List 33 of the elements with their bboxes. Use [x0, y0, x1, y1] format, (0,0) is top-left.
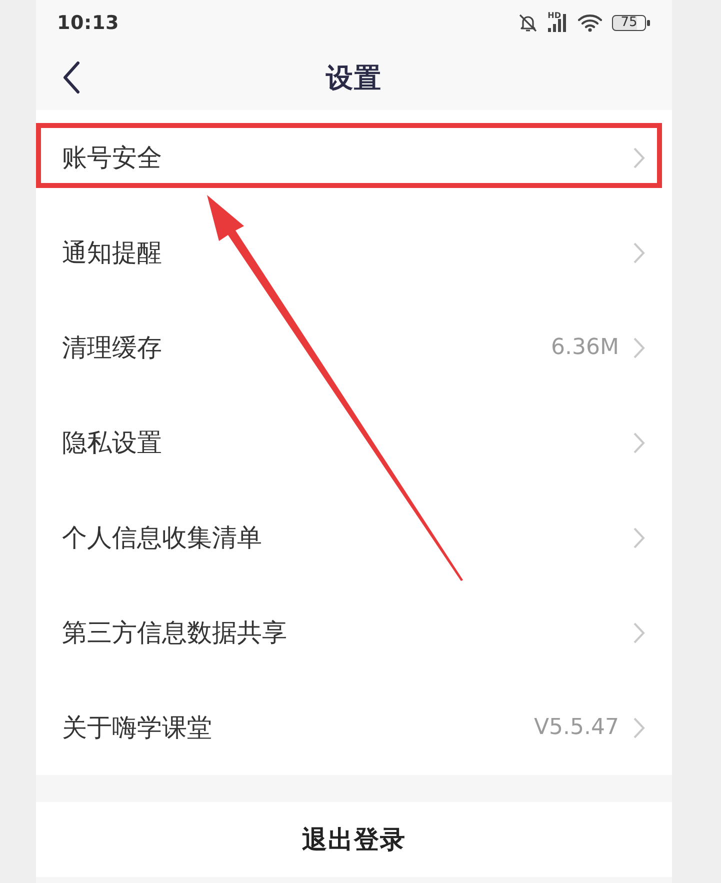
chevron-right-icon	[633, 146, 645, 168]
settings-label: 通知提醒	[62, 237, 163, 269]
settings-value: V5.5.47	[534, 715, 619, 740]
muted-bell-icon	[518, 12, 538, 32]
battery-indicator: 75	[612, 14, 646, 30]
settings-item[interactable]: 通知提醒	[36, 205, 672, 300]
chevron-right-icon	[633, 716, 645, 738]
battery-tip-icon	[647, 20, 650, 26]
logout-button[interactable]: 退出登录	[36, 802, 672, 877]
chevron-right-icon	[633, 622, 645, 644]
status-time: 10:13	[57, 12, 119, 34]
network-label: HD	[548, 12, 561, 20]
chevron-right-icon	[633, 336, 645, 358]
chevron-right-icon	[633, 432, 645, 454]
settings-item[interactable]: 清理缓存 6.36M	[36, 300, 672, 395]
settings-item[interactable]: 账号安全	[36, 110, 672, 205]
wifi-icon	[578, 14, 602, 32]
signal-icon	[548, 14, 568, 32]
settings-label: 清理缓存	[62, 332, 163, 364]
settings-item[interactable]: 第三方信息数据共享	[36, 585, 672, 680]
chevron-right-icon	[633, 242, 645, 264]
chevron-right-icon	[633, 526, 645, 548]
settings-item[interactable]: 隐私设置	[36, 395, 672, 490]
settings-item[interactable]: 关于嗨学课堂 V5.5.47	[36, 680, 672, 775]
page-title: 设置	[326, 62, 382, 96]
settings-label: 关于嗨学课堂	[62, 712, 213, 744]
settings-label: 隐私设置	[62, 427, 163, 459]
settings-label: 账号安全	[62, 142, 163, 174]
settings-item[interactable]: 个人信息收集清单	[36, 490, 672, 585]
settings-label: 第三方信息数据共享	[62, 617, 288, 649]
settings-label: 个人信息收集清单	[62, 522, 263, 554]
settings-value: 6.36M	[551, 335, 619, 360]
back-chevron-icon	[62, 60, 80, 94]
